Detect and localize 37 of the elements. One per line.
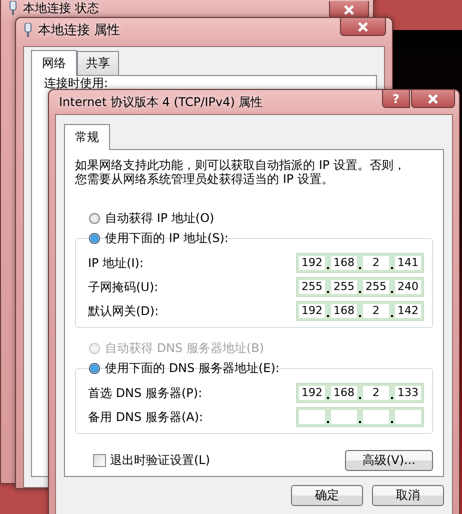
radio-button[interactable] (89, 362, 100, 374)
field-label: 首选 DNS 服务器(P): (88, 384, 202, 402)
dialog-button[interactable]: 取消 (372, 485, 444, 506)
ip-address-field[interactable]: 192 168 2 141 (296, 253, 424, 273)
section-label: 连接时使用: (44, 76, 108, 90)
ip-address-field[interactable]: 255 255 255 240 (296, 277, 424, 297)
network-plug-icon (9, 1, 17, 15)
tab[interactable]: 常规 (64, 124, 110, 150)
window-title: 本地连接 状态 (23, 0, 99, 16)
tab[interactable]: 共享 (77, 51, 119, 75)
ip-address-field[interactable] (296, 407, 424, 427)
field-label: 子网掩码(U): (88, 278, 158, 296)
checkbox[interactable] (93, 454, 106, 467)
close-icon (357, 22, 369, 32)
radio-button[interactable] (89, 232, 100, 244)
window-title: 本地连接 属性 (38, 22, 120, 39)
tab[interactable]: 网络 (31, 50, 77, 76)
radio-label: 使用下面的 DNS 服务器地址(E): (105, 360, 280, 376)
description-text: 如果网络支持此功能，则可以获取自动指派的 IP 设置。否则，您需要从网络系统管理员处获得适当的 IP 设置。 (75, 158, 406, 186)
field-label: 备用 DNS 服务器(A): (88, 408, 204, 426)
network-plug-icon (24, 23, 32, 37)
radio-button[interactable] (89, 212, 100, 224)
close-icon (427, 94, 439, 104)
dialog-title: Internet 协议版本 4 (TCP/IPv4) 属性 (58, 94, 263, 110)
radio-label: 自动获得 IP 地址(O) (105, 210, 214, 226)
ip-address-field[interactable]: 192 168 2 133 (296, 383, 424, 403)
field-label: 默认网关(D): (88, 302, 159, 320)
close-icon (343, 4, 355, 14)
radio-label: 使用下面的 IP 地址(S): (105, 230, 228, 246)
ip-address-field[interactable]: 192 168 2 142 (296, 301, 424, 321)
close-button[interactable] (340, 18, 386, 36)
checkbox-label: 退出时验证设置(L) (110, 452, 210, 469)
field-label: IP 地址(I): (88, 254, 144, 272)
close-button[interactable] (411, 90, 455, 108)
advanced-button[interactable]: 高级(V)... (345, 450, 433, 471)
dialog-button[interactable]: 确定 (291, 485, 363, 506)
radio-label: 自动获得 DNS 服务器地址(B) (105, 340, 264, 356)
